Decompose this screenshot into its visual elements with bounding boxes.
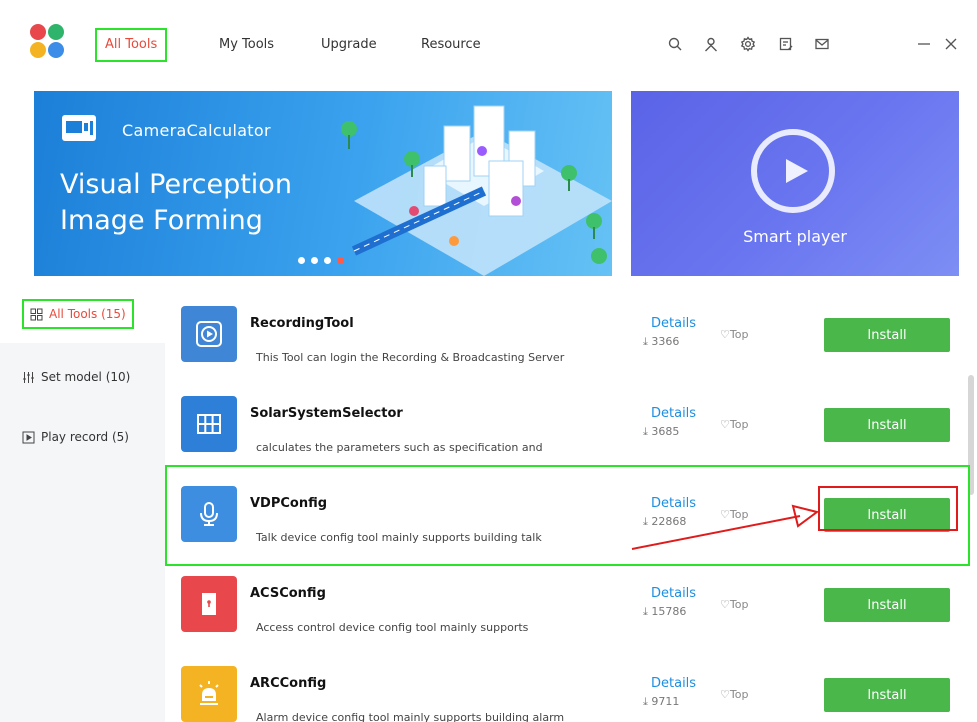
play-icon[interactable]: [751, 129, 835, 213]
details-link[interactable]: Details: [651, 676, 696, 691]
play-box-icon: [22, 431, 35, 444]
sidebar-item-play-record[interactable]: Play record (5): [0, 408, 165, 466]
tool-name: RecordingTool: [250, 316, 354, 331]
details-link[interactable]: Details: [651, 496, 696, 511]
top-label: Top: [729, 508, 749, 521]
download-count: ⤓ 3366: [643, 335, 679, 349]
sidebar-item-label: Set model (10): [41, 370, 131, 384]
download-count: ⤓ 9711: [643, 695, 679, 709]
banner-carousel[interactable]: CameraCalculator Visual Perception Image…: [34, 91, 612, 276]
download-count: ⤓ 15786: [643, 605, 686, 619]
download-count-value: 15786: [651, 605, 687, 618]
tool-row-vdpconfig: VDPConfig Talk device config tool mainly…: [165, 472, 965, 562]
category-sidebar: All Tools (15) Set model (10) Play recor…: [0, 285, 165, 722]
details-link[interactable]: Details: [651, 406, 696, 421]
minimize-icon[interactable]: [913, 33, 935, 55]
tool-list: RecordingTool This Tool can login the Re…: [165, 285, 977, 722]
door-icon: [181, 576, 237, 632]
top-toggle[interactable]: ♡Top: [720, 688, 748, 701]
download-count-value: 9711: [651, 695, 680, 708]
mail-icon[interactable]: [811, 33, 833, 55]
top-toggle[interactable]: ♡Top: [720, 598, 748, 611]
grid-icon: [30, 308, 43, 321]
heart-icon: ♡: [720, 508, 730, 521]
sidebar-item-label: All Tools (15): [49, 307, 126, 321]
top-label: Top: [729, 328, 749, 341]
heart-icon: ♡: [720, 688, 730, 701]
download-count-value: 22868: [651, 515, 687, 528]
sliders-icon: [22, 371, 35, 384]
smart-player-label: Smart player: [743, 227, 847, 246]
top-label: Top: [729, 418, 749, 431]
sidebar-item-set-model[interactable]: Set model (10): [0, 348, 165, 406]
details-link[interactable]: Details: [651, 316, 696, 331]
header: All Tools My Tools Upgrade Resource: [0, 0, 977, 84]
heart-icon: ♡: [720, 328, 730, 341]
solar-panel-icon: [181, 396, 237, 452]
banner-subtitle: CameraCalculator: [122, 121, 271, 140]
details-link[interactable]: Details: [651, 586, 696, 601]
gear-icon[interactable]: [737, 33, 759, 55]
tool-row-acsconfig: ACSConfig Access control device config t…: [165, 562, 965, 652]
top-toggle[interactable]: ♡Top: [720, 508, 748, 521]
city-illustration: [341, 105, 612, 276]
banner-title-line2: Image Forming: [60, 205, 263, 236]
close-icon[interactable]: [940, 33, 962, 55]
tool-description: Alarm device config tool mainly supports…: [256, 711, 565, 722]
install-button[interactable]: Install: [824, 498, 950, 532]
microphone-icon: [181, 486, 237, 542]
heart-icon: ♡: [720, 418, 730, 431]
download-count: ⤓ 3685: [643, 425, 679, 439]
tool-name: ARCConfig: [250, 676, 327, 691]
list-scrollbar[interactable]: [968, 375, 974, 495]
user-icon[interactable]: [700, 33, 722, 55]
carousel-dot[interactable]: [324, 257, 331, 264]
nav-all-tools[interactable]: All Tools: [95, 28, 168, 62]
tool-description: This Tool can login the Recording & Broa…: [256, 351, 565, 364]
sidebar-item-all-tools[interactable]: All Tools (15): [0, 285, 165, 343]
carousel-dots[interactable]: [298, 257, 344, 264]
install-button[interactable]: Install: [824, 318, 950, 352]
tool-name: SolarSystemSelector: [250, 406, 403, 421]
nav-my-tools[interactable]: My Tools: [219, 28, 274, 62]
download-count: ⤓ 22868: [643, 515, 686, 529]
top-toggle[interactable]: ♡Top: [720, 418, 748, 431]
heart-icon: ♡: [720, 598, 730, 611]
install-button[interactable]: Install: [824, 408, 950, 442]
nav-upgrade[interactable]: Upgrade: [321, 28, 377, 62]
carousel-dot[interactable]: [298, 257, 305, 264]
tool-name: ACSConfig: [250, 586, 326, 601]
alarm-icon: [181, 666, 237, 722]
smart-player-banner[interactable]: Smart player: [631, 91, 959, 276]
download-count-value: 3366: [651, 335, 680, 348]
tool-row-recordingtool: RecordingTool This Tool can login the Re…: [165, 292, 965, 382]
app-window: All Tools My Tools Upgrade Resource Came…: [0, 0, 977, 722]
install-button[interactable]: Install: [824, 588, 950, 622]
top-toggle[interactable]: ♡Top: [720, 328, 748, 341]
tool-row-solarsystemselector: SolarSystemSelector calculates the param…: [165, 382, 965, 472]
tool-description: Talk device config tool mainly supports …: [256, 531, 542, 544]
search-icon[interactable]: [664, 33, 686, 55]
app-logo-icon: [30, 24, 64, 58]
tool-description: Access control device config tool mainly…: [256, 621, 529, 634]
tool-description: calculates the parameters such as specif…: [256, 441, 543, 454]
nav-resource[interactable]: Resource: [421, 28, 481, 62]
tool-name: VDPConfig: [250, 496, 328, 511]
install-button[interactable]: Install: [824, 678, 950, 712]
sidebar-item-label: Play record (5): [41, 430, 129, 444]
tool-row-arcconfig: ARCConfig Alarm device config tool mainl…: [165, 652, 965, 722]
camera-calculator-icon: [62, 115, 96, 141]
top-label: Top: [729, 688, 749, 701]
record-icon: [181, 306, 237, 362]
carousel-dot-active[interactable]: [337, 257, 344, 264]
top-label: Top: [729, 598, 749, 611]
notes-icon[interactable]: [775, 33, 797, 55]
banner-title-line1: Visual Perception: [60, 169, 292, 200]
download-count-value: 3685: [651, 425, 680, 438]
carousel-dot[interactable]: [311, 257, 318, 264]
sidebar-active-frame: All Tools (15): [22, 299, 134, 329]
